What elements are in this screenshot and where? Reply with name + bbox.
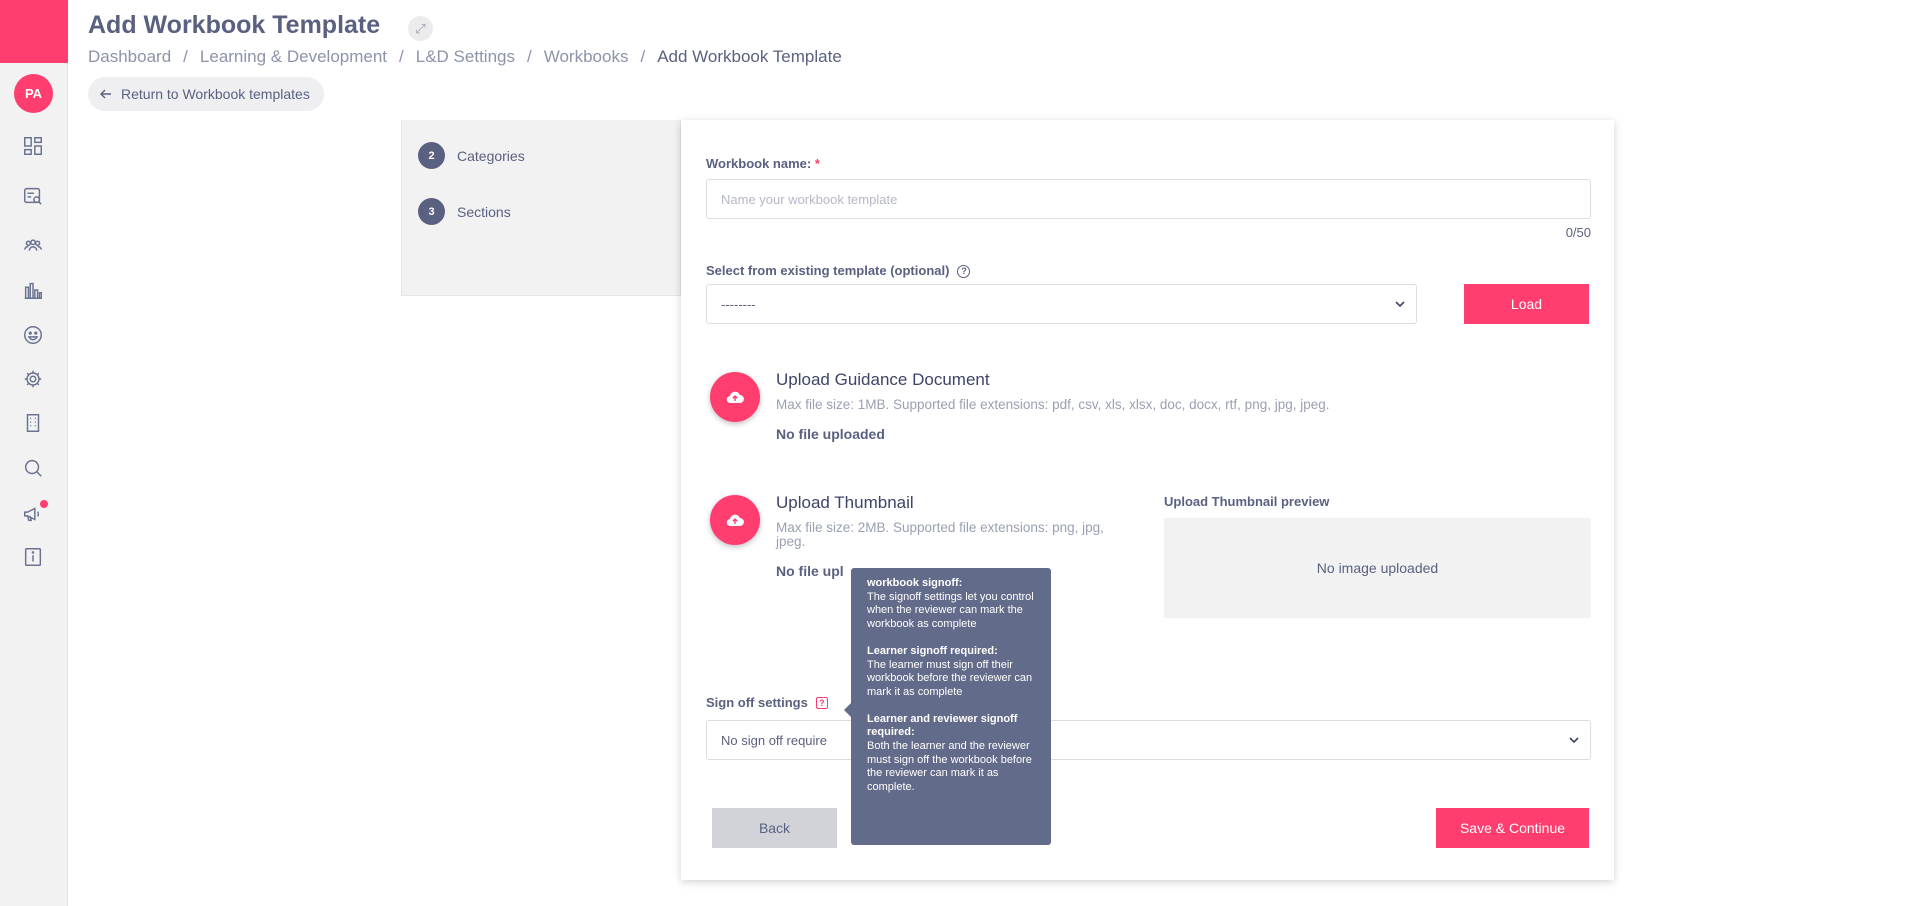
tooltip-heading: workbook signoff: bbox=[867, 577, 963, 589]
signoff-select[interactable]: No sign off require bbox=[706, 720, 1591, 760]
building-icon[interactable] bbox=[21, 411, 45, 435]
guidance-status: No file uploaded bbox=[776, 426, 885, 442]
chevron-down-icon bbox=[1395, 301, 1405, 308]
load-button[interactable]: Load bbox=[1464, 284, 1589, 324]
step-sections[interactable]: 3 Sections bbox=[418, 198, 511, 225]
tooltip-heading: Learner signoff required: bbox=[867, 644, 998, 657]
breadcrumb-current: Add Workbook Template bbox=[657, 47, 842, 66]
workbook-name-input[interactable] bbox=[706, 179, 1591, 219]
people-icon[interactable] bbox=[21, 234, 45, 258]
return-button[interactable]: Return to Workbook templates bbox=[88, 77, 324, 111]
page-title: Add Workbook Template bbox=[88, 11, 381, 39]
tooltip-text: The learner must sign off their workbook… bbox=[867, 658, 1033, 698]
breadcrumb-learning-development[interactable]: Learning & Development bbox=[200, 47, 387, 67]
step-label: Categories bbox=[457, 147, 525, 164]
cloud-upload-icon bbox=[726, 514, 744, 527]
guidance-description: Max file size: 1MB. Supported file exten… bbox=[776, 397, 1330, 412]
steps-panel: 2 Categories 3 Sections bbox=[401, 120, 681, 296]
upload-guidance-button[interactable] bbox=[710, 372, 760, 422]
step-label: Sections bbox=[457, 203, 511, 220]
step-number: 2 bbox=[418, 142, 445, 169]
breadcrumb-workbooks[interactable]: Workbooks bbox=[544, 47, 629, 67]
megaphone-icon[interactable] bbox=[21, 500, 48, 526]
signoff-tooltip: workbook signoff: The signoff settings l… bbox=[844, 568, 1051, 845]
breadcrumb-separator: / bbox=[399, 47, 404, 66]
breadcrumb-ld-settings[interactable]: L&D Settings bbox=[416, 47, 515, 67]
help-icon[interactable]: ? bbox=[815, 696, 828, 709]
template-select-value: -------- bbox=[721, 296, 756, 312]
sidebar: PA bbox=[0, 0, 68, 906]
thumbnail-status: No file upl bbox=[776, 563, 844, 579]
thumbnail-preview-empty: No image uploaded bbox=[1316, 560, 1439, 576]
breadcrumb-separator: / bbox=[183, 47, 188, 66]
breadcrumb-separator: / bbox=[527, 47, 532, 66]
breadcrumb-separator: / bbox=[640, 47, 646, 66]
avatar[interactable]: PA bbox=[14, 74, 53, 113]
thumbnail-description: Max file size: 2MB. Supported file exten… bbox=[776, 520, 1104, 549]
name-char-counter: 0/50 bbox=[1565, 225, 1591, 240]
expand-icon[interactable]: ⤢ bbox=[408, 16, 433, 41]
brand-logo[interactable] bbox=[0, 0, 68, 63]
step-number: 3 bbox=[418, 198, 445, 225]
info-icon[interactable] bbox=[21, 545, 45, 569]
tooltip-text: Both the learner and the reviewer must s… bbox=[867, 740, 1032, 794]
thumbnail-preview-label: Upload Thumbnail preview bbox=[1164, 494, 1330, 509]
chevron-down-icon bbox=[1569, 737, 1579, 744]
search-icon[interactable] bbox=[21, 456, 45, 480]
form-card: Workbook name: * 0/50 Select from existi… bbox=[681, 120, 1614, 880]
guidance-title: Upload Guidance Document bbox=[776, 370, 990, 389]
thumbnail-preview: No image uploaded bbox=[1164, 518, 1591, 618]
back-button[interactable]: Back bbox=[712, 808, 837, 848]
step-categories[interactable]: 2 Categories bbox=[418, 142, 525, 169]
cloud-upload-icon bbox=[726, 391, 744, 404]
tooltip-text: The signoff settings let you control whe… bbox=[867, 590, 1034, 631]
search-document-icon[interactable] bbox=[21, 184, 45, 208]
breadcrumb-dashboard[interactable]: Dashboard bbox=[88, 47, 171, 67]
signoff-label: Sign off settings? bbox=[706, 695, 828, 710]
workbook-name-label: Workbook name: * bbox=[706, 156, 820, 171]
thumbnail-title: Upload Thumbnail bbox=[776, 493, 914, 512]
bar-chart-icon[interactable] bbox=[21, 278, 45, 302]
gear-icon[interactable] bbox=[21, 367, 45, 391]
breadcrumb: Dashboard / Learning & Development / L&D… bbox=[88, 47, 842, 67]
required-mark: * bbox=[814, 156, 820, 171]
tooltip-heading: Learner and reviewer signoff required: bbox=[867, 712, 1018, 739]
help-icon[interactable]: ? bbox=[957, 264, 971, 278]
template-select-label: Select from existing template (optional)… bbox=[706, 263, 971, 278]
arrow-left-icon bbox=[100, 89, 111, 99]
notification-dot bbox=[40, 500, 48, 508]
smiley-icon[interactable] bbox=[21, 323, 45, 347]
template-select[interactable]: -------- bbox=[706, 284, 1417, 324]
dashboard-icon[interactable] bbox=[21, 134, 45, 158]
save-continue-button[interactable]: Save & Continue bbox=[1436, 808, 1589, 848]
upload-thumbnail-button[interactable] bbox=[710, 495, 760, 545]
return-button-label: Return to Workbook templates bbox=[121, 86, 310, 102]
signoff-select-value: No sign off require bbox=[721, 732, 827, 748]
